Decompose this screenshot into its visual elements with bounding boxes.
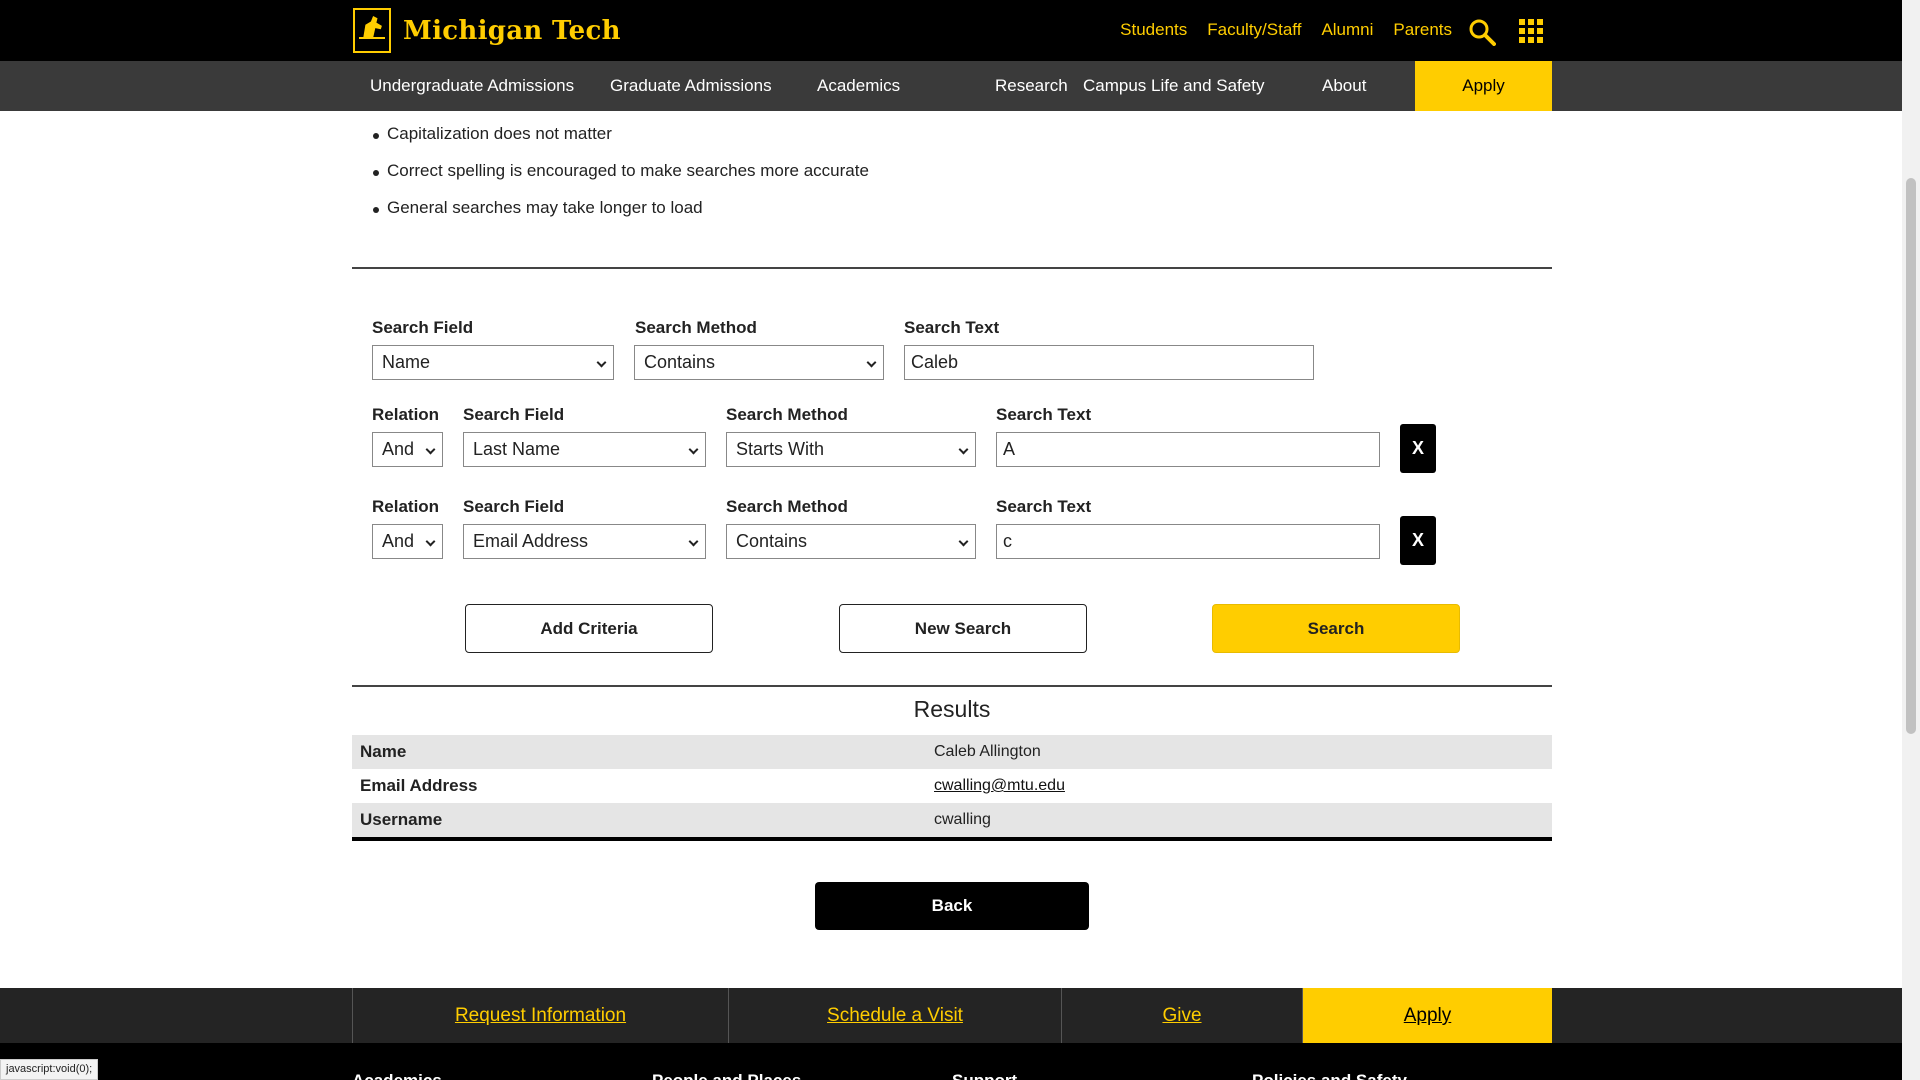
search-text-input[interactable]: A xyxy=(996,432,1380,467)
divider xyxy=(352,685,1552,687)
result-key: Name xyxy=(360,742,407,761)
footer: Academics People and Places Support Poli… xyxy=(0,1043,1902,1080)
search-button[interactable]: Search xyxy=(1212,604,1460,653)
search-text-input[interactable]: c xyxy=(996,524,1380,559)
remove-criteria-button[interactable]: X xyxy=(1400,516,1436,565)
top-header: Michigan Tech Students Faculty/Staff Alu… xyxy=(0,0,1902,61)
relation-label: Relation xyxy=(372,497,440,516)
chevron-down-icon xyxy=(958,444,969,455)
relation-value: And xyxy=(382,531,415,551)
apply-link[interactable]: Apply xyxy=(1404,1005,1452,1026)
search-method-select[interactable]: Contains xyxy=(726,524,976,559)
search-field-value: Last Name xyxy=(473,439,561,459)
footer-cta-request-information: Request Information xyxy=(352,988,728,1043)
result-key: Username xyxy=(360,810,443,829)
nav-undergraduate-admissions[interactable]: Undergraduate Admissions xyxy=(370,61,574,111)
results-table: Name Caleb Allington Email Address cwall… xyxy=(352,735,1552,841)
nav-research[interactable]: Research xyxy=(995,61,1068,111)
nav-about[interactable]: About xyxy=(1322,61,1366,111)
search-field-value: Name xyxy=(382,352,431,372)
utility-link-alumni[interactable]: Alumni xyxy=(1321,20,1373,40)
site-logo[interactable]: Michigan Tech xyxy=(353,8,621,53)
browser-status-bar: javascript:void(0); xyxy=(0,1059,99,1080)
table-row: Email Address cwalling@mtu.edu xyxy=(352,769,1552,803)
result-value: Caleb Allington xyxy=(934,743,1041,760)
utility-link-parents[interactable]: Parents xyxy=(1393,20,1452,40)
search-method-select[interactable]: Contains xyxy=(634,345,884,380)
relation-select[interactable]: And xyxy=(372,524,443,559)
back-button[interactable]: Back xyxy=(815,882,1089,930)
search-method-label: Search Method xyxy=(726,497,848,516)
utility-link-students[interactable]: Students xyxy=(1120,20,1187,40)
request-information-link[interactable]: Request Information xyxy=(455,1005,626,1026)
chevron-down-icon xyxy=(425,444,436,455)
search-text-label: Search Text xyxy=(904,318,1000,337)
search-method-value: Contains xyxy=(644,352,716,372)
table-row: Username cwalling xyxy=(352,803,1552,837)
utility-link-faculty-staff[interactable]: Faculty/Staff xyxy=(1207,20,1301,40)
list-item: Correct spelling is encouraged to make s… xyxy=(372,159,869,196)
husky-logo-icon xyxy=(353,8,391,53)
search-field-select[interactable]: Last Name xyxy=(463,432,706,467)
footer-cta-schedule-visit: Schedule a Visit xyxy=(728,988,1061,1043)
search-method-value: Contains xyxy=(736,531,808,551)
chevron-down-icon xyxy=(866,357,877,368)
remove-criteria-button[interactable]: X xyxy=(1400,424,1436,473)
search-field-label: Search Field xyxy=(372,318,474,337)
nav-campus-life-and-safety[interactable]: Campus Life and Safety xyxy=(1083,61,1264,111)
search-method-select[interactable]: Starts With xyxy=(726,432,976,467)
chevron-down-icon xyxy=(688,444,699,455)
brand-name: Michigan Tech xyxy=(403,15,621,46)
utility-nav: Students Faculty/Staff Alumni Parents xyxy=(1120,20,1452,40)
footer-heading-policies-safety: Policies and Safety xyxy=(1252,1071,1407,1080)
results-heading: Results xyxy=(913,696,991,722)
search-text-label: Search Text xyxy=(996,497,1092,516)
result-value: cwalling xyxy=(934,811,991,828)
search-field-label: Search Field xyxy=(463,497,565,516)
page-scrollbar[interactable] xyxy=(1902,0,1920,1080)
nav-apply-button[interactable]: Apply xyxy=(1415,61,1552,111)
chevron-down-icon xyxy=(688,536,699,547)
relation-select[interactable]: And xyxy=(372,432,443,467)
chevron-down-icon xyxy=(958,536,969,547)
search-field-select[interactable]: Name xyxy=(372,345,614,380)
nav-academics[interactable]: Academics xyxy=(817,61,900,111)
search-method-label: Search Method xyxy=(726,405,848,424)
main-nav: Undergraduate Admissions Graduate Admiss… xyxy=(0,61,1902,111)
relation-label: Relation xyxy=(372,405,440,424)
footer-heading-people-places: People and Places xyxy=(652,1071,801,1080)
divider xyxy=(352,267,1552,269)
add-criteria-button[interactable]: Add Criteria xyxy=(465,604,713,653)
footer-heading-academics: Academics xyxy=(352,1071,442,1080)
search-field-select[interactable]: Email Address xyxy=(463,524,706,559)
footer-cta-give: Give xyxy=(1061,988,1302,1043)
scrollbar-thumb[interactable] xyxy=(1906,178,1916,734)
list-item: Capitalization does not matter xyxy=(372,122,869,159)
footer-heading-support: Support xyxy=(952,1071,1017,1080)
search-field-value: Email Address xyxy=(473,531,589,551)
schedule-visit-link[interactable]: Schedule a Visit xyxy=(827,1005,963,1026)
email-link[interactable]: cwalling@mtu.edu xyxy=(934,777,1065,794)
footer-cta-bar: Request Information Schedule a Visit Giv… xyxy=(0,988,1902,1043)
new-search-button[interactable]: New Search xyxy=(839,604,1087,653)
search-text-input[interactable]: Caleb xyxy=(904,345,1314,380)
table-row: Name Caleb Allington xyxy=(352,735,1552,769)
nav-graduate-admissions[interactable]: Graduate Admissions xyxy=(610,61,772,111)
relation-value: And xyxy=(382,439,415,459)
search-tips-list: Capitalization does not matter Correct s… xyxy=(372,122,869,233)
chevron-down-icon xyxy=(425,536,436,547)
search-icon[interactable] xyxy=(1468,18,1496,46)
search-text-label: Search Text xyxy=(996,405,1092,424)
result-value: cwalling@mtu.edu xyxy=(934,777,1065,795)
search-method-value: Starts With xyxy=(736,439,825,459)
footer-cta-apply: Apply xyxy=(1302,988,1552,1043)
give-link[interactable]: Give xyxy=(1162,1005,1201,1026)
result-key: Email Address xyxy=(360,776,478,795)
list-item: General searches may take longer to load xyxy=(372,196,869,233)
search-field-label: Search Field xyxy=(463,405,565,424)
chevron-down-icon xyxy=(596,357,607,368)
apps-grid-icon[interactable] xyxy=(1519,19,1543,43)
search-method-label: Search Method xyxy=(635,318,757,337)
